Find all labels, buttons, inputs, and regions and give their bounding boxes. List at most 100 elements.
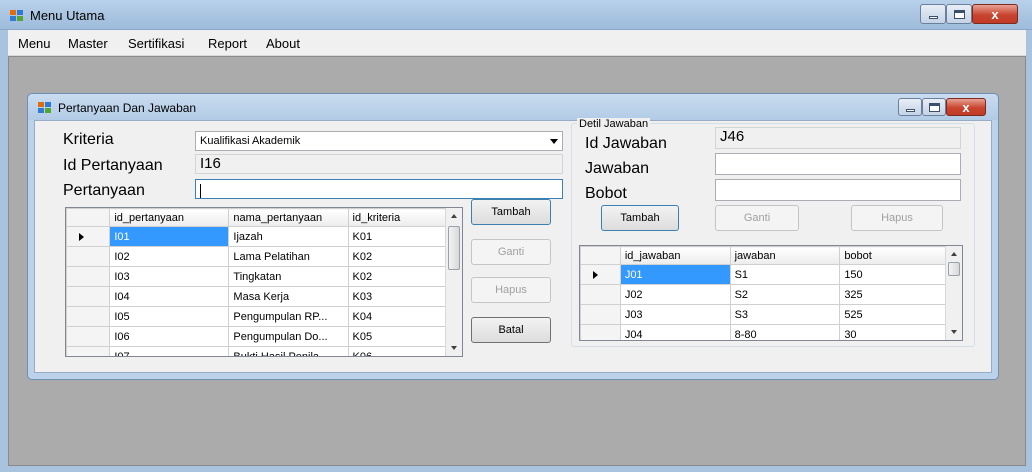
child-maximize-button[interactable] xyxy=(922,98,946,116)
table-cell[interactable]: Pengumpulan RP... xyxy=(228,306,349,327)
row-header[interactable] xyxy=(580,304,621,325)
table-cell[interactable]: J03 xyxy=(619,304,731,325)
scroll-up-icon[interactable] xyxy=(951,252,957,256)
table-row[interactable]: J04 8-80 30 xyxy=(580,324,946,340)
column-header[interactable]: id_kriteria xyxy=(347,208,447,227)
table-row[interactable]: I06 Pengumpulan Do... K05 xyxy=(66,326,447,347)
maximize-button[interactable] xyxy=(946,4,972,24)
row-header-corner xyxy=(66,208,111,227)
table-cell[interactable]: K01 xyxy=(347,226,447,247)
table-cell[interactable]: I01 xyxy=(109,226,230,247)
row-header[interactable] xyxy=(66,346,111,356)
table-cell[interactable]: Pengumpulan Do... xyxy=(228,326,349,347)
table-cell[interactable]: I07 xyxy=(109,346,230,356)
tambah-jawaban-button[interactable]: Tambah xyxy=(601,205,679,231)
hapus-jawaban-button[interactable]: Hapus xyxy=(851,205,943,231)
tambah-pertanyaan-button[interactable]: Tambah xyxy=(471,199,551,225)
table-cell[interactable]: Ijazah xyxy=(228,226,349,247)
table-cell[interactable]: I03 xyxy=(109,266,230,287)
menu-bar: Menu Master Sertifikasi Report About xyxy=(8,30,1026,56)
ganti-jawaban-button[interactable]: Ganti xyxy=(715,205,799,231)
text-cursor xyxy=(200,183,201,198)
ganti-pertanyaan-button[interactable]: Ganti xyxy=(471,239,551,265)
table-row[interactable]: I02 Lama Pelatihan K02 xyxy=(66,246,447,267)
batal-button[interactable]: Batal xyxy=(471,317,551,343)
table-row[interactable]: J01 S1 150 xyxy=(580,264,946,285)
hapus-pertanyaan-button[interactable]: Hapus xyxy=(471,277,551,303)
menu-item-about[interactable]: About xyxy=(266,36,300,51)
table-cell[interactable]: K05 xyxy=(347,326,447,347)
table-cell[interactable]: 525 xyxy=(839,304,946,325)
table-row[interactable]: I05 Pengumpulan RP... K04 xyxy=(66,306,447,327)
table-row[interactable]: J03 S3 525 xyxy=(580,304,946,325)
table-cell[interactable]: Masa Kerja xyxy=(228,286,349,307)
table-cell[interactable]: K02 xyxy=(347,246,447,267)
table-cell[interactable]: 30 xyxy=(839,324,946,340)
row-header[interactable] xyxy=(580,264,621,285)
table-row[interactable]: I04 Masa Kerja K03 xyxy=(66,286,447,307)
pertanyaan-input[interactable] xyxy=(195,179,563,199)
scroll-thumb[interactable] xyxy=(948,262,960,276)
table-row[interactable]: I03 Tingkatan K02 xyxy=(66,266,447,287)
row-header[interactable] xyxy=(580,284,621,305)
row-header[interactable] xyxy=(66,306,111,327)
table-cell[interactable]: I06 xyxy=(109,326,230,347)
row-header[interactable] xyxy=(66,246,111,267)
answer-grid[interactable]: id_jawaban jawaban bobot J01 S1 150 J02 … xyxy=(579,245,963,341)
row-header[interactable] xyxy=(580,324,621,340)
table-cell[interactable]: K02 xyxy=(347,266,447,287)
answer-grid-scrollbar[interactable] xyxy=(945,246,962,340)
table-cell[interactable]: Tingkatan xyxy=(228,266,349,287)
row-header[interactable] xyxy=(66,326,111,347)
table-cell[interactable]: Bukti Hasil Penila... xyxy=(228,346,349,356)
table-cell[interactable]: I05 xyxy=(109,306,230,327)
scroll-down-icon[interactable] xyxy=(951,330,957,334)
row-header[interactable] xyxy=(66,266,111,287)
row-header[interactable] xyxy=(66,226,111,247)
table-cell[interactable]: J02 xyxy=(619,284,731,305)
table-cell[interactable]: 325 xyxy=(839,284,946,305)
table-cell[interactable]: K03 xyxy=(347,286,447,307)
chevron-down-icon[interactable] xyxy=(550,139,558,144)
row-header-corner xyxy=(580,246,621,265)
table-cell[interactable]: Lama Pelatihan xyxy=(228,246,349,267)
table-cell[interactable]: S2 xyxy=(729,284,841,305)
table-row[interactable]: I01 Ijazah K01 xyxy=(66,226,447,247)
question-grid-scrollbar[interactable] xyxy=(445,208,462,356)
bobot-input[interactable] xyxy=(715,179,961,201)
column-header[interactable]: bobot xyxy=(839,246,946,265)
table-cell[interactable]: K04 xyxy=(347,306,447,327)
column-header[interactable]: id_jawaban xyxy=(619,246,731,265)
scroll-down-icon[interactable] xyxy=(451,346,457,350)
scroll-thumb[interactable] xyxy=(448,226,460,270)
jawaban-input[interactable] xyxy=(715,153,961,175)
menu-item-report[interactable]: Report xyxy=(208,36,247,51)
child-close-button[interactable]: x xyxy=(946,98,986,116)
column-header[interactable]: id_pertanyaan xyxy=(109,208,230,227)
minimize-button[interactable] xyxy=(920,4,946,24)
table-cell[interactable]: I04 xyxy=(109,286,230,307)
column-header[interactable]: jawaban xyxy=(729,246,841,265)
table-row[interactable]: I07 Bukti Hasil Penila... K06 xyxy=(66,346,447,356)
table-cell[interactable]: J01 xyxy=(619,264,731,285)
table-cell[interactable]: S1 xyxy=(729,264,841,285)
table-cell[interactable]: 150 xyxy=(839,264,946,285)
table-cell[interactable]: K06 xyxy=(347,346,447,356)
table-row[interactable]: J02 S2 325 xyxy=(580,284,946,305)
table-cell[interactable]: 8-80 xyxy=(729,324,841,340)
table-cell[interactable]: I02 xyxy=(109,246,230,267)
column-header[interactable]: nama_pertanyaan xyxy=(228,208,349,227)
kriteria-combobox[interactable]: Kualifikasi Akademik xyxy=(195,131,563,151)
close-button[interactable]: x xyxy=(972,4,1018,24)
scroll-up-icon[interactable] xyxy=(451,214,457,218)
row-header[interactable] xyxy=(66,286,111,307)
id-jawaban-label: Id Jawaban xyxy=(585,135,667,152)
menu-item-menu[interactable]: Menu xyxy=(18,36,51,51)
table-cell[interactable]: S3 xyxy=(729,304,841,325)
question-grid[interactable]: id_pertanyaan nama_pertanyaan id_kriteri… xyxy=(65,207,463,357)
child-minimize-button[interactable] xyxy=(898,98,922,116)
table-cell[interactable]: J04 xyxy=(619,324,731,340)
menu-item-sertifikasi[interactable]: Sertifikasi xyxy=(128,36,184,51)
answer-table: id_jawaban jawaban bobot J01 S1 150 J02 … xyxy=(580,246,946,340)
menu-item-master[interactable]: Master xyxy=(68,36,108,51)
